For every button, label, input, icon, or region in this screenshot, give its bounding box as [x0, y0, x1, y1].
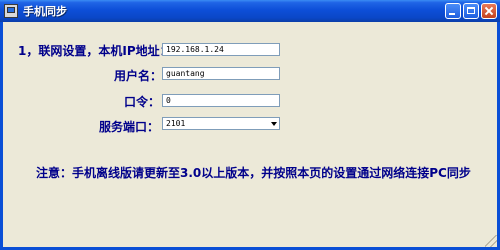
port-label: 服务端口：: [99, 120, 160, 134]
chevron-down-icon[interactable]: [271, 122, 277, 126]
password-label: 口令：: [124, 95, 161, 109]
ip-address-field[interactable]: 192.168.1.24: [162, 43, 280, 56]
minimize-button[interactable]: [445, 3, 461, 19]
port-select[interactable]: 2101: [162, 117, 280, 130]
window-title: 手机同步: [23, 5, 67, 18]
ip-address-label: 1，联网设置，本机IP地址：: [18, 44, 172, 58]
port-select-value: 2101: [166, 119, 186, 128]
title-bar[interactable]: 手机同步: [0, 0, 500, 22]
window-controls: [445, 3, 497, 19]
maximize-button[interactable]: [463, 3, 479, 19]
notice-text: 注意：手机离线版请更新至3.0以上版本，并按照本页的设置通过网络连接PC同步: [36, 166, 471, 180]
sync-window: 手机同步 1，联网设置，本机IP地址： 192.168.1.24 用户名： gu…: [0, 0, 500, 250]
resize-grip-icon[interactable]: [485, 235, 497, 247]
username-field[interactable]: guantang: [162, 67, 280, 80]
close-button[interactable]: [481, 3, 497, 19]
username-label: 用户名：: [114, 69, 163, 83]
app-icon: [4, 4, 18, 18]
password-field[interactable]: 0: [162, 94, 280, 107]
